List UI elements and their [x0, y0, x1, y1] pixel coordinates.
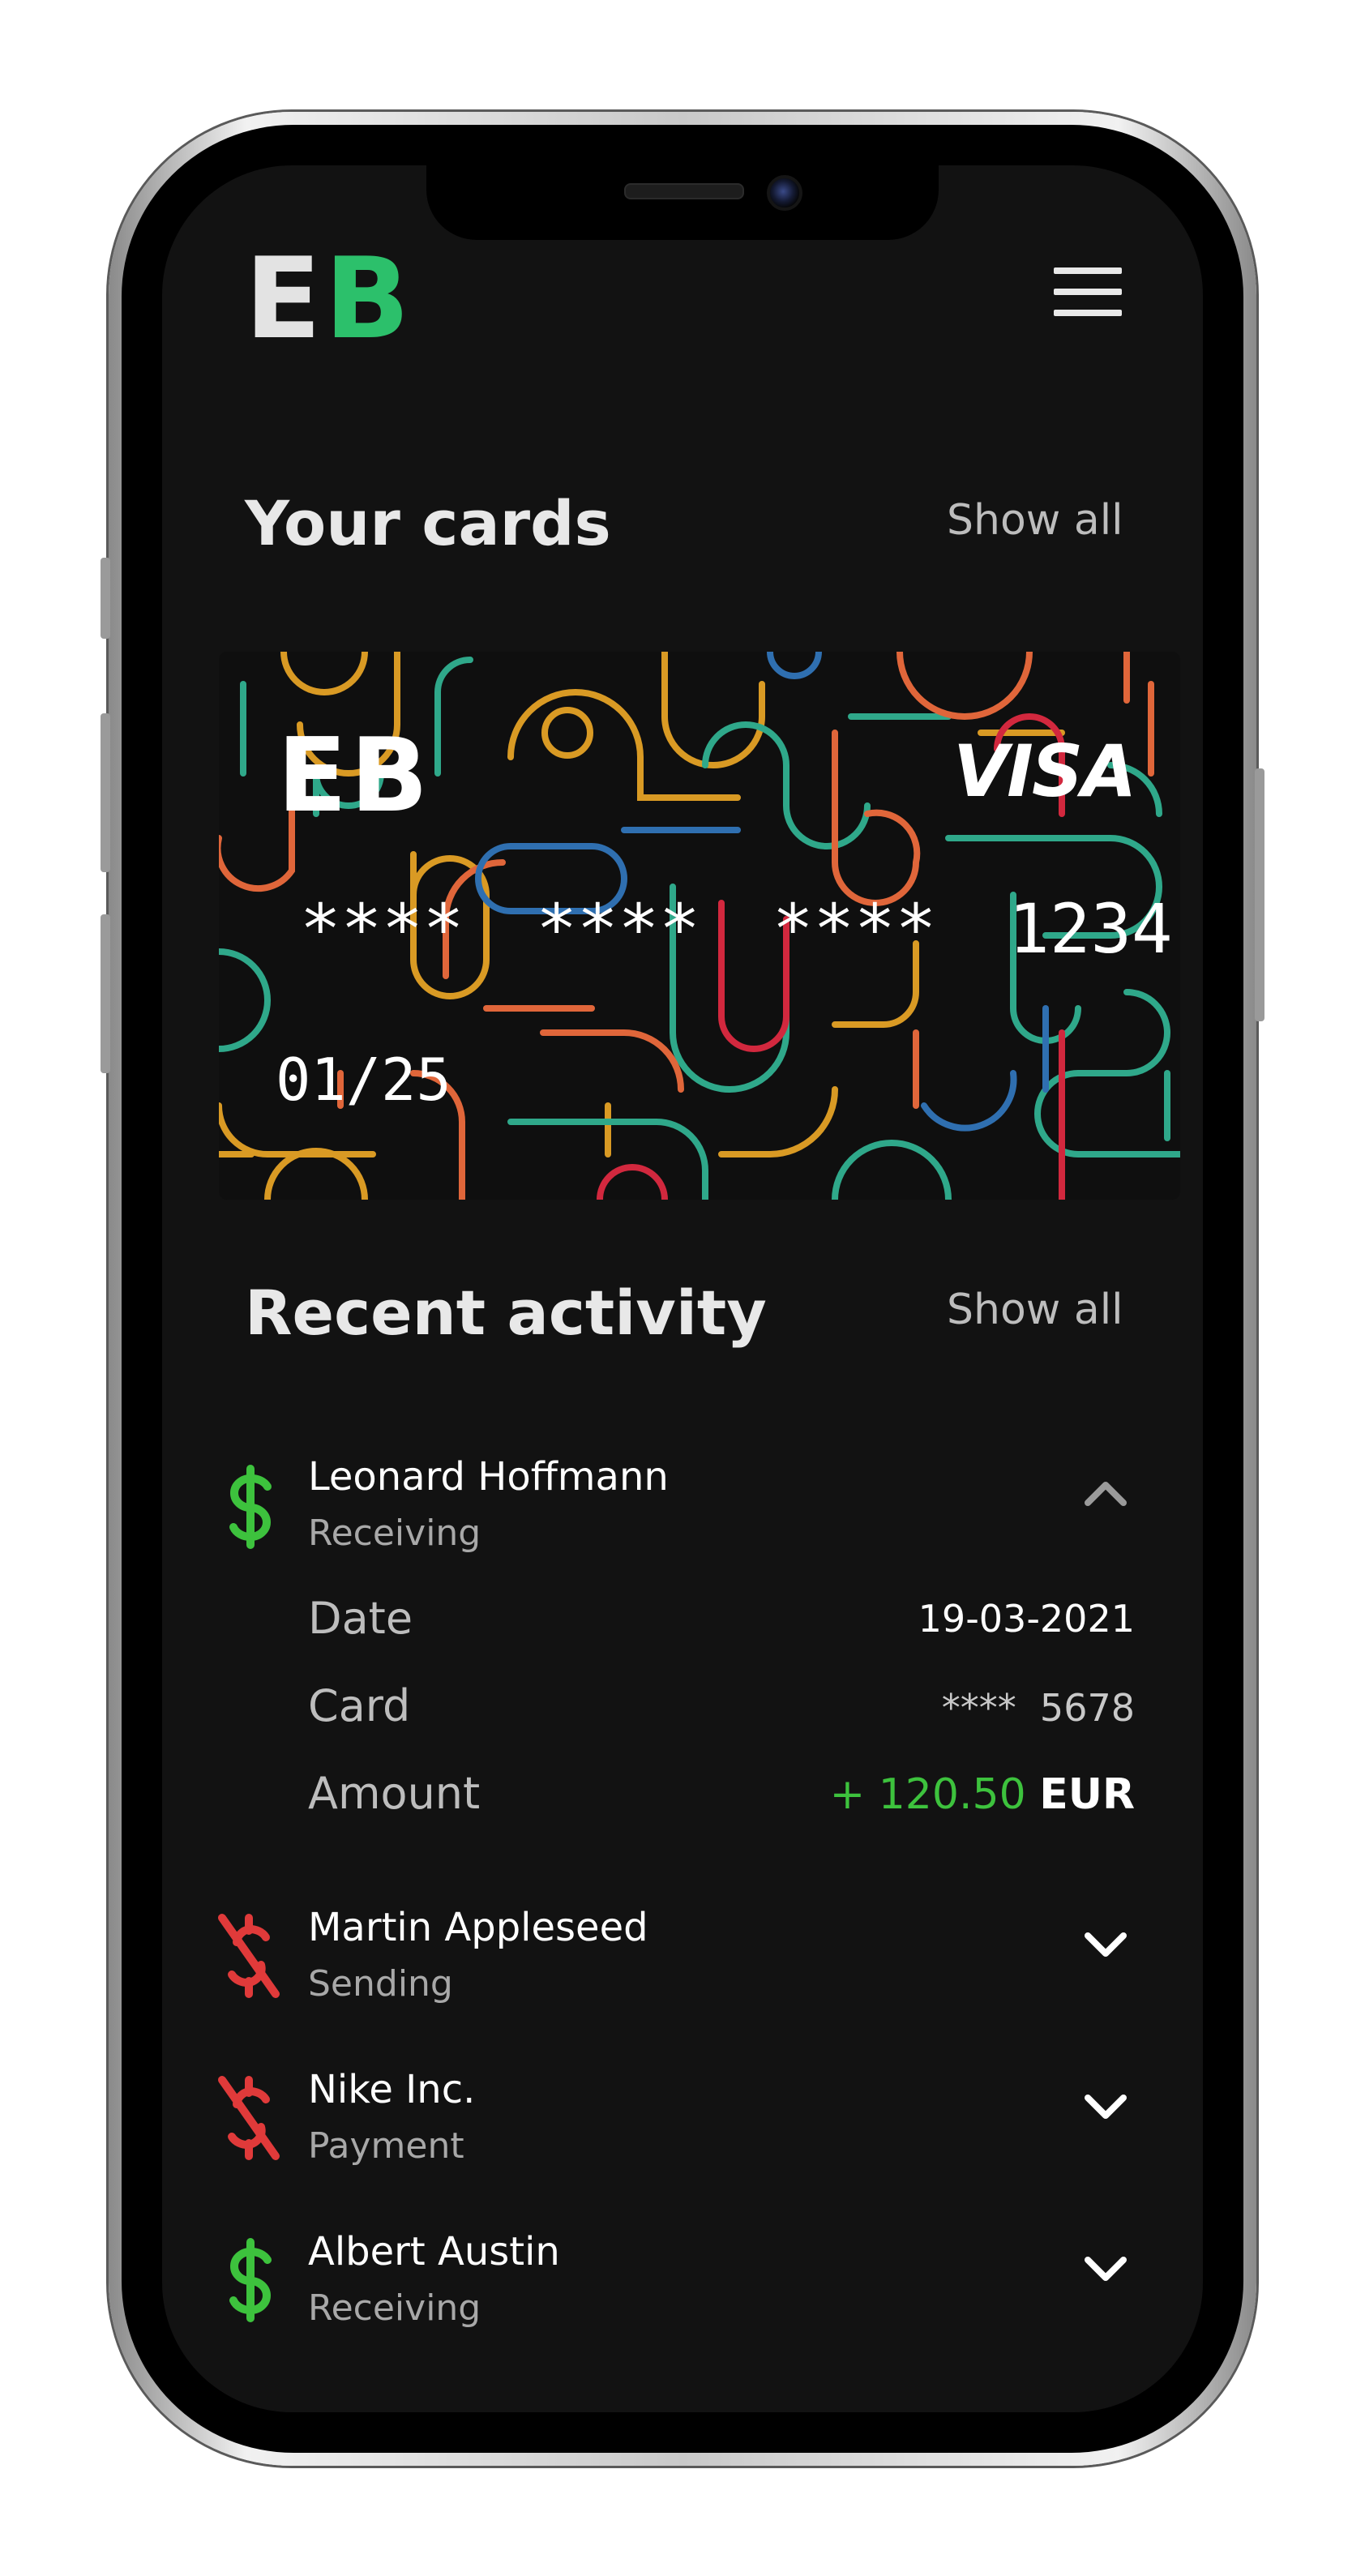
amount-currency: EUR: [1039, 1770, 1135, 1819]
front-camera-icon: [767, 175, 802, 211]
card-label: Card: [308, 1680, 411, 1731]
dollar-icon: [229, 2238, 272, 2322]
date-label: Date: [308, 1593, 413, 1644]
chevron-up-icon[interactable]: [1083, 1480, 1128, 1508]
amount-label: Amount: [308, 1768, 481, 1819]
cards-section-title: Your cards: [245, 487, 611, 559]
power-button: [1255, 768, 1264, 1021]
transaction-name: Nike Inc.: [308, 2067, 476, 2112]
activity-section-title: Recent activity: [245, 1277, 767, 1349]
chevron-down-icon[interactable]: [1083, 1931, 1128, 1958]
chevron-down-icon[interactable]: [1083, 2255, 1128, 2283]
card-number: **** **** **** 1234: [300, 889, 1173, 969]
card-value: **** 5678: [941, 1686, 1135, 1730]
payment-card[interactable]: EB VISA **** **** **** 1234 01/25: [219, 652, 1180, 1200]
amount-number: + 120.50: [829, 1770, 1026, 1819]
speaker-grille: [624, 183, 744, 199]
transaction-type: Receiving: [308, 2287, 481, 2329]
amount-value: + 120.50 EUR: [830, 1774, 1135, 1816]
app-logo[interactable]: EB: [245, 243, 413, 355]
transaction-type: Sending: [308, 1963, 453, 2005]
transaction-name: Leonard Hoffmann: [308, 1454, 669, 1500]
logo-letter-e: E: [245, 233, 325, 364]
transaction-type: Receiving: [308, 1513, 481, 1554]
cards-show-all-link[interactable]: Show all: [947, 499, 1123, 541]
hamburger-menu-icon[interactable]: [1054, 267, 1122, 316]
transaction-type: Payment: [308, 2125, 464, 2167]
logo-letter-b: B: [324, 233, 413, 364]
dollar-off-icon: [218, 1914, 280, 1998]
date-value: 19-03-2021: [918, 1597, 1135, 1641]
card-brand-logo: EB: [277, 716, 432, 835]
volume-down-button: [101, 914, 110, 1073]
activity-show-all-link[interactable]: Show all: [947, 1289, 1123, 1331]
notch: [426, 159, 939, 240]
dollar-off-icon: [218, 2076, 280, 2160]
mute-switch: [101, 558, 110, 639]
chevron-down-icon[interactable]: [1083, 2093, 1128, 2120]
dollar-icon: [229, 1465, 272, 1549]
app-screen: EB Your cards Show all EB VISA **** ****…: [162, 165, 1203, 2412]
visa-logo-icon: VISA: [953, 730, 1136, 813]
card-expiry: 01/25: [276, 1046, 451, 1114]
transaction-name: Albert Austin: [308, 2229, 560, 2274]
volume-up-button: [101, 713, 110, 872]
transaction-name: Martin Appleseed: [308, 1905, 648, 1950]
